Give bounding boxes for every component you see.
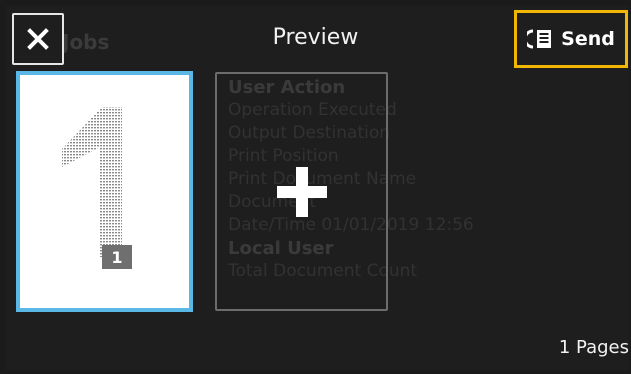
send-label: Send — [561, 28, 615, 50]
page-number-badge: 1 — [102, 245, 132, 269]
send-button[interactable]: Send — [514, 10, 628, 68]
page-content-image — [62, 107, 122, 257]
close-icon — [27, 28, 49, 50]
page-thumbnail[interactable]: 1 — [16, 71, 193, 312]
send-document-icon — [527, 29, 552, 49]
background-tab-label: Jobs — [62, 30, 110, 54]
plus-icon — [276, 166, 327, 217]
add-page-button[interactable] — [215, 72, 388, 311]
page-count-label: 1 Pages — [558, 337, 629, 358]
close-button[interactable] — [12, 13, 64, 65]
